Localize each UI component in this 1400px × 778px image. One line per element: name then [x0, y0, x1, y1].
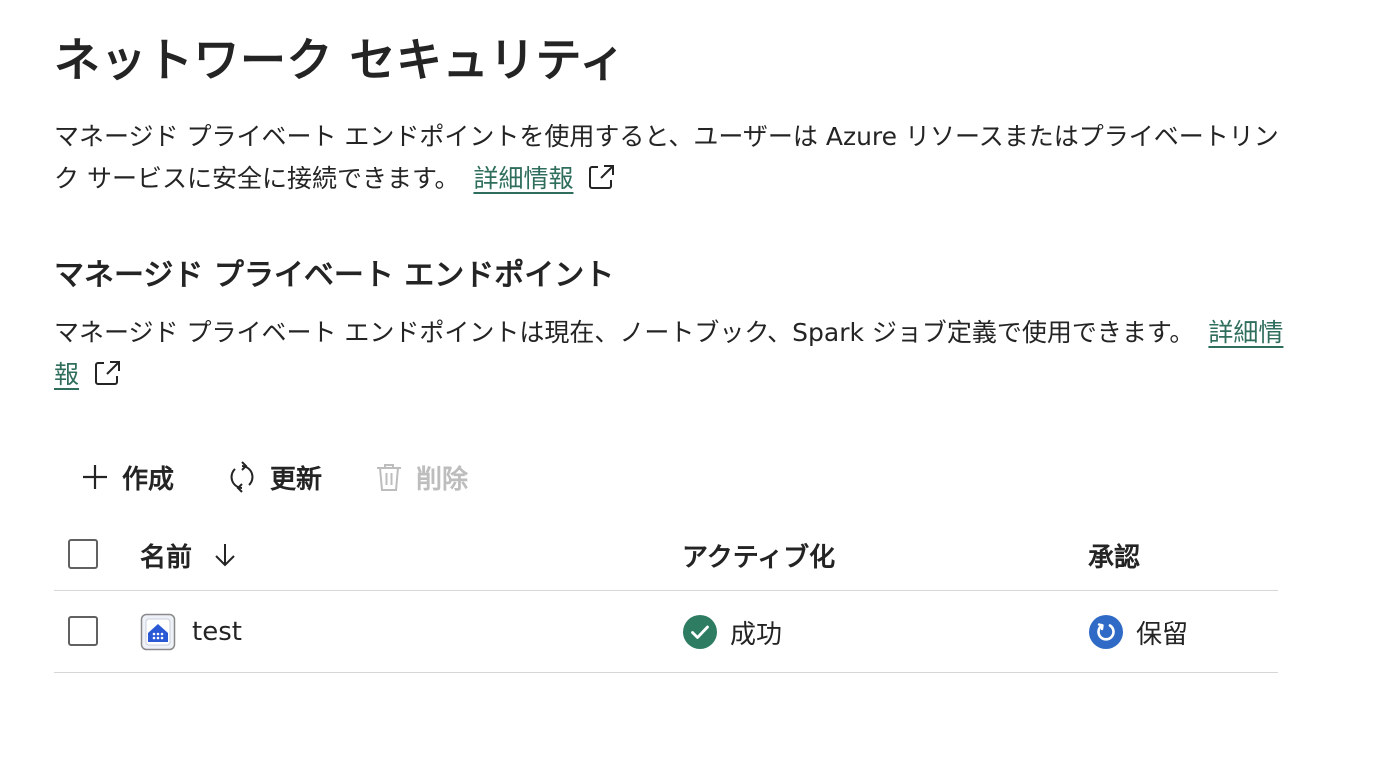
pending-circle-icon	[1088, 614, 1124, 650]
column-header-approval[interactable]: 承認	[1088, 538, 1140, 573]
column-header-name[interactable]: 名前	[140, 538, 236, 573]
delete-button[interactable]: 削除	[374, 459, 468, 496]
arrow-down-icon	[214, 542, 236, 568]
approval-status-text: 保留	[1136, 619, 1189, 650]
create-label: 作成	[122, 464, 175, 495]
activation-status: 成功	[682, 613, 782, 651]
section-description: マネージド プライベート エンドポイントは現在、ノートブック、Spark ジョブ…	[54, 312, 1284, 400]
row-checkbox[interactable]	[68, 616, 98, 646]
section-title: マネージド プライベート エンドポイント	[54, 258, 615, 293]
external-link-icon[interactable]	[93, 358, 123, 400]
column-header-activation[interactable]: アクティブ化	[682, 538, 835, 573]
learn-more-link[interactable]: 詳細情報	[473, 164, 573, 193]
create-button[interactable]: 作成	[80, 459, 174, 496]
page-title: ネットワーク セキュリティ	[54, 33, 626, 87]
command-bar: 作成 更新 削除	[80, 452, 520, 502]
endpoint-name-cell: test	[140, 613, 242, 651]
external-link-icon[interactable]	[587, 162, 617, 204]
section-description-text: マネージド プライベート エンドポイントは現在、ノートブック、Spark ジョブ…	[54, 318, 1195, 347]
plus-icon	[80, 462, 110, 492]
private-endpoint-icon	[140, 613, 176, 651]
check-circle-icon	[682, 614, 718, 650]
approval-status: 保留	[1088, 613, 1188, 651]
page-description-text: マネージド プライベート エンドポイントを使用すると、ユーザーは Azure リ…	[54, 122, 1279, 193]
activation-status-text: 成功	[730, 619, 783, 650]
network-security-page: ネットワーク セキュリティ マネージド プライベート エンドポイントを使用すると…	[0, 0, 1400, 778]
refresh-label: 更新	[270, 464, 323, 495]
table-row[interactable]: test 成功 保留	[54, 591, 1278, 673]
delete-label: 削除	[416, 464, 469, 495]
trash-icon	[374, 461, 404, 493]
select-all-checkbox[interactable]	[68, 539, 98, 569]
refresh-icon	[226, 461, 258, 493]
endpoints-table: 名前 アクティブ化 承認 test 成功 保留	[54, 526, 1278, 673]
column-header-name-label: 名前	[140, 542, 193, 573]
refresh-button[interactable]: 更新	[226, 459, 322, 496]
table-header-row: 名前 アクティブ化 承認	[54, 526, 1278, 591]
page-description: マネージド プライベート エンドポイントを使用すると、ユーザーは Azure リ…	[54, 116, 1284, 204]
endpoint-name[interactable]: test	[192, 617, 242, 647]
